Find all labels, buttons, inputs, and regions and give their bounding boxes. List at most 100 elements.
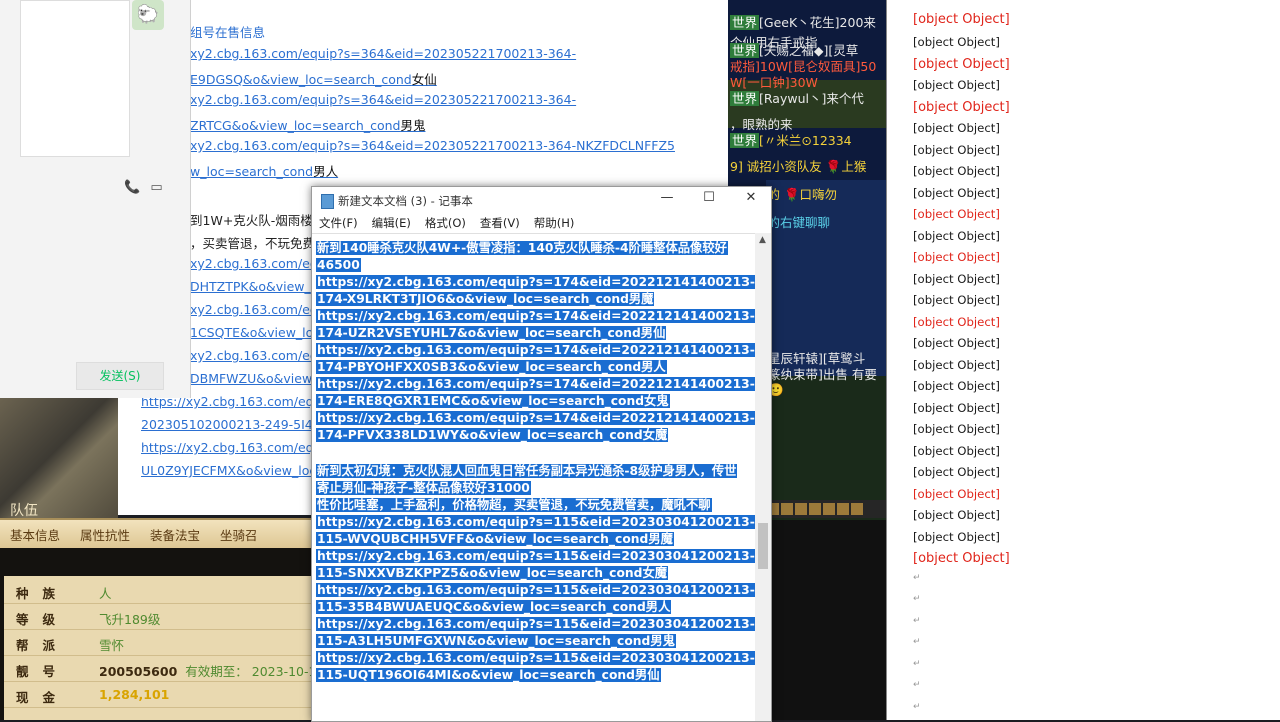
listing-link[interactable]: xy2.cbg.163.com/equip?s=364&eid=20230522… <box>190 46 576 61</box>
game-tab[interactable]: 基本信息 <box>0 520 70 550</box>
link-page-text: ，买卖管退，不玩免费 <box>190 236 316 251</box>
chat-message: 世界 [〃米兰⊙12334 <box>730 130 852 149</box>
scroll-thumb[interactable] <box>758 523 768 569</box>
chat-button[interactable] <box>781 503 793 515</box>
info-value-text: 雪怀 <box>99 638 125 653</box>
listing-link[interactable]: https://xy2.cbg.163.com/equ <box>141 440 322 455</box>
link-text[interactable]: xy2.cbg.163.com/equip?s=364&eid=20230522… <box>190 46 576 61</box>
selected-text: 174-X9LRKT3TJIO6&o&view_loc=search_cond男… <box>316 292 655 306</box>
avatar[interactable]: 🐑 <box>132 0 164 30</box>
text-line: 174-PBYOHFXX0SB3&o&view_loc=search_cond男… <box>316 359 667 376</box>
text-line: 性价比哇塞，上手盈利，价格物超，买卖管退，不玩免费管卖，魔吼不聊 <box>316 497 712 514</box>
chat-message: 世界 [GeeK丶花生]200来 <box>730 12 876 31</box>
sales-line: [object Object] <box>913 358 1000 372</box>
sales-text: [object Object] <box>913 78 1000 92</box>
listing-link[interactable]: ZRTCG&o&view_loc=search_cond男鬼 <box>190 115 425 134</box>
selected-text: 174-PFVX338LD1WY&o&view_loc=search_cond女… <box>316 428 669 442</box>
sales-text: [object Object] <box>913 185 1000 200</box>
listing-link[interactable]: xy2.cbg.163.com/equ <box>190 348 326 363</box>
text-line: 115-35B4BWUAEUQC&o&view_loc=search_cond男… <box>316 599 672 616</box>
selected-text: 174-PBYOHFXX0SB3&o&view_loc=search_cond男… <box>316 360 667 374</box>
text-line: https://xy2.cbg.163.com/equip?s=115&eid=… <box>316 616 755 633</box>
video-icon[interactable]: ▭ <box>150 180 162 195</box>
chat-text: [GeeK丶花生]200来 <box>759 15 876 30</box>
sales-text: [object Object] <box>913 99 1010 115</box>
chat-button[interactable] <box>795 503 807 515</box>
sales-text: [object Object] <box>913 465 1000 479</box>
info-value-text: 人 <box>99 586 112 601</box>
menu-item[interactable]: 编辑(E) <box>365 213 418 233</box>
link-text[interactable]: xy2.cbg.163.com/equip?s=364&eid=20230522… <box>190 92 576 107</box>
menu-item[interactable]: 文件(F) <box>312 213 365 233</box>
listing-link[interactable]: 202305102000213-249-5I4D <box>141 417 322 432</box>
scroll-up-icon[interactable]: ▲ <box>759 235 766 245</box>
game-tab[interactable]: 属性抗性 <box>70 520 140 550</box>
notepad-titlebar[interactable]: 新建文本文档 (3) - 记事本 — ☐ ✕ <box>312 187 771 213</box>
send-button[interactable]: 发送(S) <box>76 362 164 390</box>
listing-link[interactable]: DHTZTPK&o&view_ <box>190 279 311 294</box>
selected-text: https://xy2.cbg.163.com/equip?s=174&eid=… <box>316 411 755 425</box>
channel-tag[interactable]: 世界 <box>730 15 760 30</box>
menu-item[interactable]: 格式(O) <box>418 213 473 233</box>
selected-text: https://xy2.cbg.163.com/equip?s=115&eid=… <box>316 549 755 563</box>
listing-link[interactable]: xy2.cbg.163.com/equip?s=364&eid=20230522… <box>190 92 576 107</box>
sales-text: [object Object] <box>913 314 1000 329</box>
link-text[interactable]: w_loc=search_cond <box>190 164 313 179</box>
scrollbar[interactable]: ▲ <box>755 233 771 721</box>
text-line: 寄止男仙-神孩子-整体品像较好31000 <box>316 480 531 497</box>
info-value: 人 <box>99 583 112 602</box>
text-line: https://xy2.cbg.163.com/equip?s=115&eid=… <box>316 650 755 667</box>
team-label[interactable]: 队伍 <box>10 500 38 520</box>
game-tab[interactable]: 坐骑召 <box>210 520 268 550</box>
paragraph-mark: ↵ <box>913 594 921 604</box>
sales-line: [object Object] <box>913 422 1000 436</box>
sales-text: [object Object] <box>913 529 1000 544</box>
listing-link[interactable]: xy2.cbg.163.com/equip?s=364&eid=20230522… <box>190 138 675 153</box>
sales-line: [object Object] <box>913 465 1000 479</box>
minimize-icon[interactable]: — <box>652 190 682 205</box>
listing-link[interactable]: xy2.cbg.163.com/equ <box>190 256 326 271</box>
sales-text: [object Object] <box>913 35 1000 49</box>
game-tab[interactable]: 装备法宝 <box>140 520 210 550</box>
menu-item[interactable]: 查看(V) <box>473 213 527 233</box>
link-text[interactable]: xy2.cbg.163.com/equip?s=364&eid=20230522… <box>190 138 675 153</box>
phone-icon[interactable]: 📞 <box>124 180 140 195</box>
sales-line: [object Object] <box>913 401 1000 415</box>
listing-link[interactable]: E9DGSQ&o&view_loc=search_cond女仙 <box>190 69 437 88</box>
image-preview[interactable] <box>20 0 130 157</box>
channel-tag[interactable]: 世界 <box>730 91 760 106</box>
selected-text: 新到太初幻境：克火队混人回血鬼日常任务副本异光通杀-8级护身男人，传世 <box>316 464 738 478</box>
sales-line: [object Object] <box>913 35 1000 49</box>
info-extra: 有效期至： 2023-10-1 <box>185 664 317 679</box>
channel-tag[interactable]: 世界 <box>730 133 760 148</box>
maximize-icon[interactable]: ☐ <box>694 190 724 205</box>
chat-button[interactable] <box>851 503 863 515</box>
selected-text: 寄止男仙-神孩子-整体品像较好31000 <box>316 481 531 495</box>
text-editor[interactable]: 新到140睡杀克火队4W+-傲雪凌指：140克火队睡杀-4阶睡整体品像较好 465… <box>312 233 755 722</box>
text-line: 174-PFVX338LD1WY&o&view_loc=search_cond女… <box>316 427 669 444</box>
link-text[interactable]: E9DGSQ&o&view_loc=search_cond <box>190 72 412 87</box>
listing-link[interactable]: UL0Z9YJECFMX&o&view_loc <box>141 463 316 478</box>
sales-line: [object Object] <box>913 315 1000 329</box>
selected-text: https://xy2.cbg.163.com/equip?s=115&eid=… <box>316 651 755 665</box>
selected-text: 115-UQT196OI64MI&o&view_loc=search_cond男… <box>316 668 661 682</box>
sales-line: [object Object] <box>913 207 1000 221</box>
listing-link[interactable]: DBMFWZU&o&view_ <box>190 371 318 386</box>
listing-link[interactable]: xy2.cbg.163.com/equ <box>190 302 326 317</box>
sales-document: [object Object] [object Object] [object Ob… <box>886 0 1280 720</box>
link-text[interactable]: ZRTCG&o&view_loc=search_cond <box>190 118 400 133</box>
chat-button[interactable] <box>837 503 849 515</box>
info-row: 种族 人 <box>4 578 312 604</box>
paragraph-mark: ↵ <box>913 680 921 690</box>
text-line: 新到140睡杀克火队4W+-傲雪凌指：140克火队睡杀-4阶睡整体品像较好 <box>316 240 728 257</box>
listing-link[interactable]: w_loc=search_cond男人 <box>190 161 338 180</box>
info-row: 靓号 200505600 有效期至： 2023-10-1 <box>4 656 316 682</box>
chat-button[interactable] <box>823 503 835 515</box>
role-label: 男人 <box>313 164 339 179</box>
sales-text: [object Object] <box>913 121 1000 135</box>
listing-link[interactable]: 1CSQTE&o&view_lo <box>190 325 313 340</box>
menu-item[interactable]: 帮助(H) <box>527 213 582 233</box>
chat-button[interactable] <box>809 503 821 515</box>
text-line: 115-WVQUBCHH5VFF&o&view_loc=search_cond男… <box>316 531 674 548</box>
close-icon[interactable]: ✕ <box>736 190 766 205</box>
